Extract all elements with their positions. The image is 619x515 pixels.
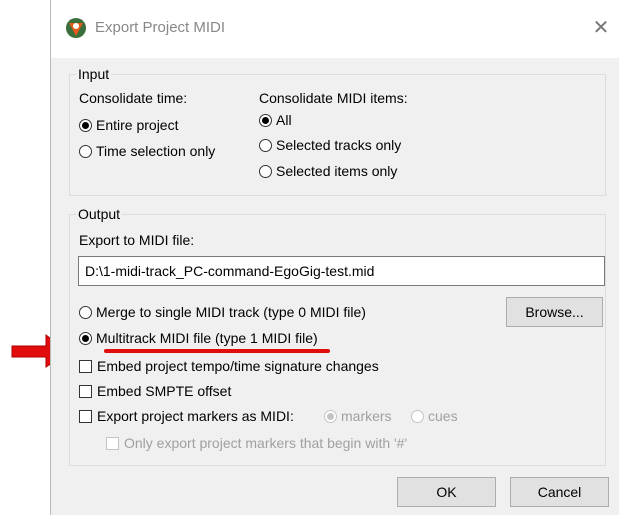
consolidate-items-label: Consolidate MIDI items: [259, 90, 408, 106]
checkbox-export-markers[interactable]: Export project markers as MIDI: [79, 408, 294, 424]
radio-label: Merge to single MIDI track (type 0 MIDI … [96, 304, 366, 320]
input-legend: Input [78, 66, 110, 82]
midi-file-path-input[interactable]: D:\1-midi-track_PC-command-EgoGig-test.m… [78, 256, 605, 286]
radio-label: cues [428, 408, 458, 424]
radio-markers[interactable]: markers [324, 408, 392, 424]
radio-label: Selected items only [276, 163, 398, 179]
radio-multitrack[interactable]: Multitrack MIDI file (type 1 MIDI file) [79, 330, 318, 346]
radio-label: Entire project [96, 117, 179, 133]
radio-selected-tracks[interactable]: Selected tracks only [259, 137, 401, 153]
checkbox-hash-markers-only[interactable]: Only export project markers that begin w… [106, 435, 407, 451]
radio-button[interactable] [259, 139, 272, 152]
radio-time-selection[interactable]: Time selection only [79, 143, 215, 159]
radio-merge-single-track[interactable]: Merge to single MIDI track (type 0 MIDI … [79, 304, 366, 320]
consolidate-time-label: Consolidate time: [79, 90, 188, 106]
radio-label: Time selection only [96, 143, 216, 159]
checkbox-label: Embed project tempo/time signature chang… [97, 358, 379, 374]
radio-label: Selected tracks only [276, 137, 402, 153]
radio-button[interactable] [79, 145, 92, 158]
radio-button[interactable] [79, 332, 92, 345]
reaper-logo-icon [66, 18, 86, 38]
radio-button[interactable] [324, 410, 337, 423]
export-midi-dialog: Export Project MIDI ✕ Input Consolidate … [50, 0, 619, 515]
export-file-label: Export to MIDI file: [79, 232, 195, 248]
checkbox-label: Export project markers as MIDI: [97, 408, 294, 424]
output-legend: Output [78, 206, 121, 222]
checkbox-label: Only export project markers that begin w… [124, 435, 408, 451]
cancel-button[interactable]: Cancel [510, 477, 609, 507]
browse-button[interactable]: Browse... [506, 297, 603, 327]
radio-label: markers [341, 408, 392, 424]
radio-button[interactable] [411, 410, 424, 423]
radio-entire-project[interactable]: Entire project [79, 117, 178, 133]
checkbox-label: Embed SMPTE offset [97, 383, 232, 399]
radio-button[interactable] [79, 306, 92, 319]
checkbox-embed-tempo[interactable]: Embed project tempo/time signature chang… [79, 358, 379, 374]
close-button[interactable]: ✕ [589, 14, 613, 40]
radio-all-items[interactable]: All [259, 112, 292, 128]
title-bar: Export Project MIDI ✕ [51, 0, 619, 58]
checkbox-embed-smpte[interactable]: Embed SMPTE offset [79, 383, 231, 399]
radio-label: Multitrack MIDI file (type 1 MIDI file) [96, 330, 318, 346]
radio-button[interactable] [259, 165, 272, 178]
radio-button[interactable] [259, 114, 272, 127]
checkbox[interactable] [106, 437, 119, 450]
radio-cues[interactable]: cues [411, 408, 458, 424]
checkbox[interactable] [79, 385, 92, 398]
radio-selected-items[interactable]: Selected items only [259, 163, 397, 179]
radio-button[interactable] [79, 119, 92, 132]
ok-button[interactable]: OK [397, 477, 496, 507]
dialog-title: Export Project MIDI [95, 19, 226, 36]
radio-label: All [276, 112, 292, 128]
red-underline-annotation [104, 349, 330, 353]
checkbox[interactable] [79, 360, 92, 373]
checkbox[interactable] [79, 410, 92, 423]
